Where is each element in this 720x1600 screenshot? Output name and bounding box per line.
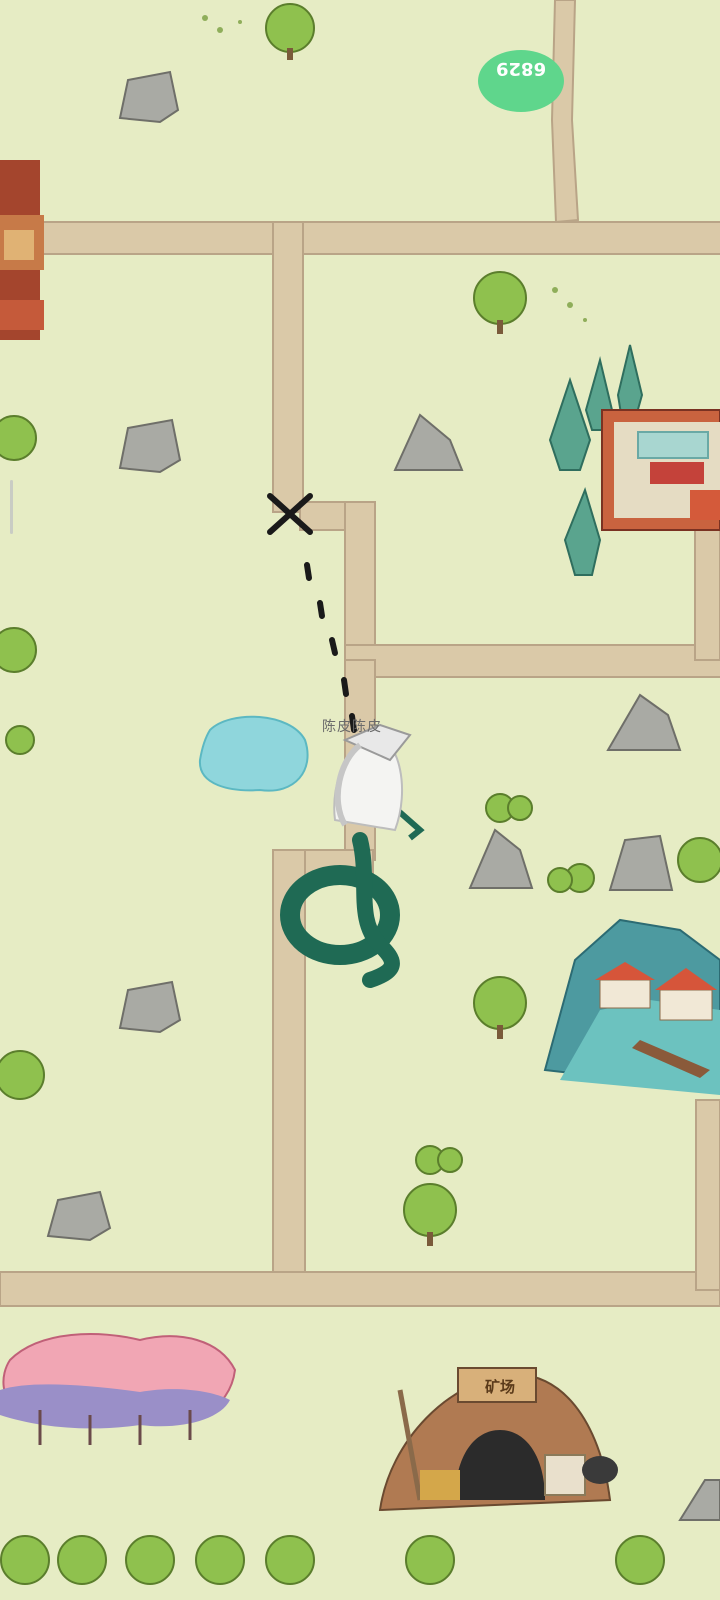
world-map[interactable] xyxy=(0,0,720,1600)
score-badge[interactable]: 6829 xyxy=(478,50,564,112)
mine-sign-label: 矿场 xyxy=(484,1378,515,1396)
player-name-label: 陈皮陈皮 xyxy=(322,719,382,735)
left-building xyxy=(0,160,44,340)
temple-compound xyxy=(601,409,720,531)
scrollbar[interactable] xyxy=(10,480,13,534)
score-value: 6829 xyxy=(495,58,547,79)
pond xyxy=(198,715,309,792)
